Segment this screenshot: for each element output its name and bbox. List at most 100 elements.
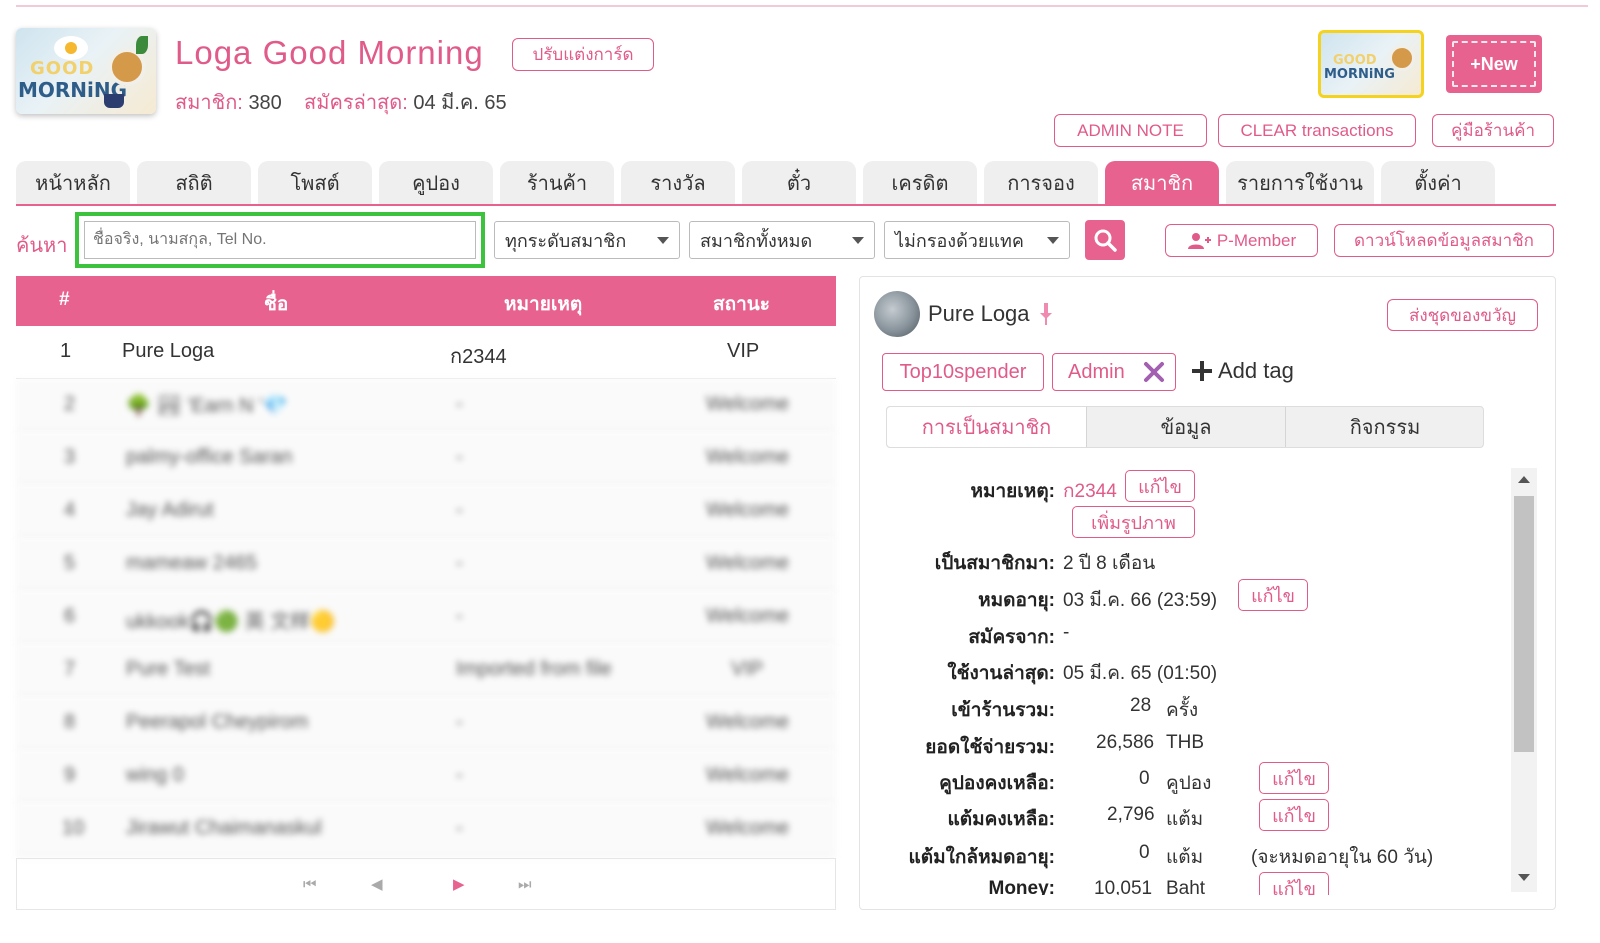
customize-card-button[interactable]: ปรับแต่งการ์ด (512, 38, 654, 71)
search-button[interactable] (1085, 220, 1125, 260)
scroll-thumb[interactable] (1514, 496, 1534, 752)
egg-graphic (54, 36, 88, 60)
visits-value: 28 (1130, 695, 1152, 716)
column-header-status[interactable]: สถานะ (713, 289, 770, 319)
row-status: VIP (731, 658, 764, 680)
scroll-up-icon[interactable] (1518, 476, 1530, 483)
tab-members[interactable]: สมาชิก (1105, 161, 1219, 205)
cup-graphic (104, 94, 124, 108)
membership-details: หมายเหตุ: ก2344 แก้ไข เพิ่มรูปภาพ เป็นสม… (870, 460, 1510, 895)
subtab-activities[interactable]: กิจกรรม (1285, 407, 1484, 447)
table-row[interactable]: 9 wing 0 - Welcome (16, 750, 836, 803)
last-used-label: ใช้งานล่าสุด: (947, 663, 1055, 684)
note-label: หมายเหตุ: (970, 481, 1055, 502)
total-spend-value: 26,586 (1096, 732, 1155, 753)
row-num: 3 (64, 446, 76, 468)
row-name: Peerapol Cheypirom (126, 711, 309, 733)
row-num: 2 (64, 393, 76, 415)
edit-coupons-button[interactable]: แก้ไข (1259, 762, 1329, 794)
table-row[interactable]: 5 mameaw 2465 - Welcome (16, 538, 836, 591)
remove-tag-icon[interactable] (1143, 361, 1165, 383)
send-gift-button[interactable]: ส่งชุดของขวัญ (1387, 299, 1538, 331)
expiring-points-label: แต้มใกล้หมดอายุ: (908, 847, 1055, 868)
p-member-button[interactable]: P-Member (1165, 224, 1318, 257)
money-value: 10,051 (1094, 878, 1153, 895)
table-pagination: ⏮ ◀ ▶ ⏭ (16, 858, 836, 910)
admin-note-button[interactable]: ADMIN NOTE (1054, 114, 1207, 147)
logo-text-good: GOOD (30, 58, 95, 79)
tag-filter-select[interactable]: ไม่กรองด้วยแทค (884, 221, 1070, 259)
edit-expire-button[interactable]: แก้ไข (1238, 579, 1308, 611)
edit-money-button[interactable]: แก้ไข (1259, 872, 1329, 895)
table-row[interactable]: 6 ukkook🎧🟢 英 文样🟡 - Welcome (16, 591, 836, 644)
row-status: Welcome (706, 552, 789, 574)
table-row[interactable]: 7 Pure Test Imported from file VIP (16, 644, 836, 697)
subtab-info[interactable]: ข้อมูล (1086, 407, 1285, 447)
member-subtabs: การเป็นสมาชิก ข้อมูล กิจกรรม (886, 406, 1484, 448)
first-page-icon[interactable]: ⏮ (303, 875, 317, 893)
edit-points-button[interactable]: แก้ไข (1259, 799, 1329, 831)
tab-rewards[interactable]: รางวัล (621, 161, 735, 205)
table-row[interactable]: 2 🌳 🏞 'Earn N '💎 - Welcome (16, 379, 836, 432)
scroll-down-icon[interactable] (1518, 874, 1530, 881)
visits-unit: ครั้ง (1166, 700, 1199, 721)
row-name: ukkook🎧🟢 英 文样🟡 (126, 611, 336, 633)
member-level-select[interactable]: ทุกระดับสมาชิก (494, 221, 680, 259)
shop-title: Loga Good Morning (175, 34, 484, 71)
row-note: - (456, 446, 463, 468)
table-row[interactable]: 4 Jay Adirut - Welcome (16, 485, 836, 538)
add-user-icon (1187, 232, 1211, 249)
tab-settings[interactable]: ตั้งค่า (1381, 161, 1495, 205)
tab-tickets[interactable]: ตั๋ว (742, 161, 856, 205)
clear-transactions-button[interactable]: CLEAR transactions (1218, 114, 1416, 147)
tab-home[interactable]: หน้าหลัก (16, 161, 130, 205)
member-scope-select[interactable]: สมาชิกทั้งหมด (689, 221, 875, 259)
shop-manual-button[interactable]: คู่มือร้านค้า (1432, 114, 1554, 147)
member-level-value: ทุกระดับสมาชิก (505, 230, 627, 251)
tab-transactions[interactable]: รายการใช้งาน (1226, 161, 1374, 205)
row-name: 🌳 🏞 'Earn N '💎 (126, 395, 288, 417)
money-label: Money: (988, 878, 1056, 895)
row-num: 9 (64, 764, 76, 786)
tab-credits[interactable]: เครดิต (863, 161, 977, 205)
table-row[interactable]: 8 Peerapol Cheypirom - Welcome (16, 697, 836, 750)
plate-graphic (1389, 45, 1415, 71)
tag-admin[interactable]: Admin (1052, 353, 1176, 391)
column-header-num: # (59, 289, 70, 310)
subtab-membership[interactable]: การเป็นสมาชิก (887, 407, 1086, 447)
tag-top10spender[interactable]: Top10spender (882, 353, 1044, 391)
edit-note-button[interactable]: แก้ไข (1125, 470, 1195, 502)
tab-stats[interactable]: สถิติ (137, 161, 251, 205)
tab-store[interactable]: ร้านค้า (500, 161, 614, 205)
table-row[interactable]: 10 Jirawut Chaimanaskul - Welcome (16, 803, 836, 856)
pin-icon[interactable] (1040, 303, 1052, 325)
row-status: Welcome (706, 393, 789, 415)
visits-label: เข้าร้านรวม: (951, 700, 1055, 721)
details-scrollbar[interactable] (1511, 468, 1537, 892)
column-header-note[interactable]: หมายเหตุ (504, 289, 582, 319)
last-page-icon[interactable]: ⏭ (518, 875, 532, 893)
shop-logo-thumbnail[interactable]: GOOD MORNiNG (1318, 30, 1424, 98)
add-photo-button[interactable]: เพิ่มรูปภาพ (1072, 506, 1195, 538)
new-button[interactable]: +New (1446, 35, 1542, 93)
search-input[interactable] (84, 221, 476, 259)
row-status: VIP (727, 340, 760, 362)
prev-page-icon[interactable]: ◀ (371, 875, 383, 893)
table-row[interactable]: 3 palmy-office Saran - Welcome (16, 432, 836, 485)
row-num: 6 (64, 605, 76, 627)
expire-value: 03 มี.ค. 66 (23:59) (1063, 590, 1218, 611)
tab-coupons[interactable]: คูปอง (379, 161, 493, 205)
row-note: Imported from file (456, 658, 612, 680)
shop-logo: GOOD MORNiNG (16, 28, 156, 114)
points-unit: แต้ม (1166, 809, 1204, 830)
download-members-button[interactable]: ดาวน์โหลดข้อมูลสมาชิก (1334, 224, 1554, 257)
tab-posts[interactable]: โพสต์ (258, 161, 372, 205)
table-row[interactable]: 1 Pure Loga ก2344 VIP (16, 326, 836, 379)
next-page-icon[interactable]: ▶ (453, 875, 465, 893)
add-tag-button[interactable]: Add tag (1192, 358, 1294, 384)
row-note: - (456, 605, 463, 627)
row-status: Welcome (706, 499, 789, 521)
coupons-value: 0 (1139, 768, 1150, 789)
expire-label: หมดอายุ: (978, 590, 1055, 611)
tab-bookings[interactable]: การจอง (984, 161, 1098, 205)
